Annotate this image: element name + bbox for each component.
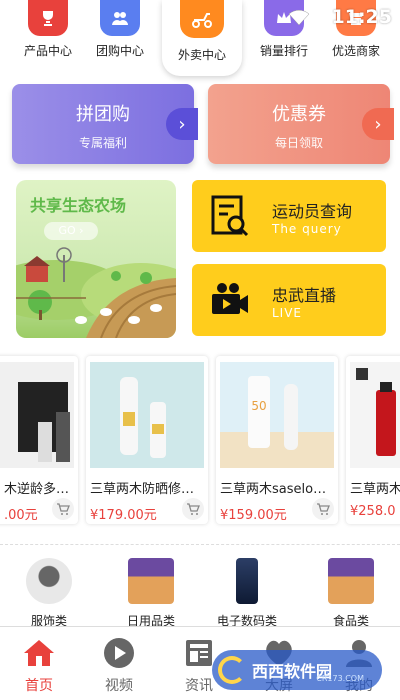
product-card[interactable]: 50 三草两木saselo… ¥159.00元 <box>216 356 338 524</box>
product-image <box>0 362 74 468</box>
top-nav-selected-bubble: 外卖中心 <box>162 0 242 76</box>
category-image <box>128 558 174 604</box>
product-price: .00元 <box>4 508 38 523</box>
product-price: ¥159.00元 <box>220 508 287 523</box>
top-nav-product-center[interactable]: 产品中心 <box>8 0 88 59</box>
category-image <box>236 558 258 604</box>
product-name: 木逆龄多… <box>4 482 70 497</box>
top-nav-label: 优选商家 <box>331 44 380 58</box>
top-nav: 产品中心 团购中心 外卖中心 销量排行 优选商家 11:25 <box>0 0 400 78</box>
product-name: 三草两木saselo… <box>220 482 327 497</box>
svg-text:50: 50 <box>251 399 266 413</box>
play-icon <box>101 635 137 671</box>
top-nav-delivery-center[interactable]: 外卖中心 <box>162 0 242 76</box>
farm-title: 共享生态农场 <box>30 196 127 215</box>
product-carousel[interactable]: 木逆龄多… .00元 三草两木防晒修… ¥179.00元 50 三草两木sase… <box>0 352 400 528</box>
coupon-card[interactable]: 优惠券 每日领取 › <box>208 84 394 164</box>
watermark-subtext: CR173.COM <box>316 674 364 683</box>
tab-video[interactable]: 视频 <box>84 635 154 695</box>
coupon-subtitle: 每日领取 <box>274 136 323 150</box>
product-image <box>90 362 204 468</box>
product-image <box>350 362 400 468</box>
top-nav-label: 团购中心 <box>95 44 144 58</box>
cart-icon[interactable] <box>52 498 74 520</box>
product-card[interactable]: 木逆龄多… .00元 <box>0 356 78 524</box>
live-title: 忠武直播 <box>272 286 337 305</box>
video-camera-icon <box>212 283 248 314</box>
delivery-icon <box>180 0 224 38</box>
chevron-right-icon[interactable]: › <box>166 108 198 140</box>
category-clothing[interactable]: 服饰类 <box>4 558 94 629</box>
tab-home[interactable]: 首页 <box>4 635 74 695</box>
eco-farm-banner[interactable]: 共享生态农场 GO › <box>16 180 176 338</box>
section-divider <box>0 544 400 545</box>
farm-go-button[interactable]: GO › <box>44 222 98 240</box>
top-nav-label: 外卖中心 <box>177 48 226 62</box>
live-subtitle: LIVE <box>272 306 303 320</box>
battery-icon <box>315 8 326 26</box>
category-electronics[interactable]: 电子数码类 <box>202 558 292 629</box>
search-document-icon <box>211 195 249 237</box>
group-buy-subtitle: 专属福利 <box>78 136 127 150</box>
home-icon <box>21 635 57 671</box>
live-card[interactable]: 忠武直播 LIVE <box>192 264 386 336</box>
wifi-icon <box>288 10 309 26</box>
cart-icon[interactable] <box>312 498 334 520</box>
top-nav-group-center[interactable]: 团购中心 <box>80 0 160 59</box>
category-image <box>328 558 374 604</box>
athlete-query-title: 运动员查询 <box>272 202 353 221</box>
trophy-icon <box>28 0 68 36</box>
chevron-right-icon[interactable]: › <box>362 108 394 140</box>
status-bar: 11:25 <box>288 6 392 28</box>
top-nav-label: 产品中心 <box>23 44 72 58</box>
product-price: ¥258.0 <box>350 504 396 519</box>
tab-label: 首页 <box>25 678 53 694</box>
athlete-query-card[interactable]: 运动员查询 The query <box>192 180 386 252</box>
product-name: 三草两木 <box>350 482 400 497</box>
athlete-query-subtitle: The query <box>272 222 342 236</box>
top-nav-label: 销量排行 <box>259 44 308 58</box>
cart-icon[interactable] <box>182 498 204 520</box>
site-watermark: 西西软件园 CR173.COM <box>212 650 382 690</box>
status-time: 11:25 <box>331 6 392 28</box>
product-card[interactable]: 三草两木防晒修… ¥179.00元 <box>86 356 208 524</box>
watermark-logo-icon <box>218 656 246 684</box>
farm-go-label: GO <box>58 224 76 237</box>
group-buy-card[interactable]: 拼团购 专属福利 › <box>12 84 198 164</box>
category-row: 服饰类 日用品类 电子数码类 食品类 <box>0 558 400 628</box>
category-food[interactable]: 食品类 <box>306 558 396 629</box>
tab-label: 视频 <box>105 678 133 694</box>
category-daily-goods[interactable]: 日用品类 <box>106 558 196 629</box>
product-image: 50 <box>220 362 334 468</box>
product-price: ¥179.00元 <box>90 508 157 523</box>
category-image <box>26 558 72 604</box>
product-name: 三草两木防晒修… <box>90 482 195 497</box>
product-card[interactable]: 三草两木 ¥258.0 <box>346 356 400 524</box>
group-icon <box>100 0 140 36</box>
